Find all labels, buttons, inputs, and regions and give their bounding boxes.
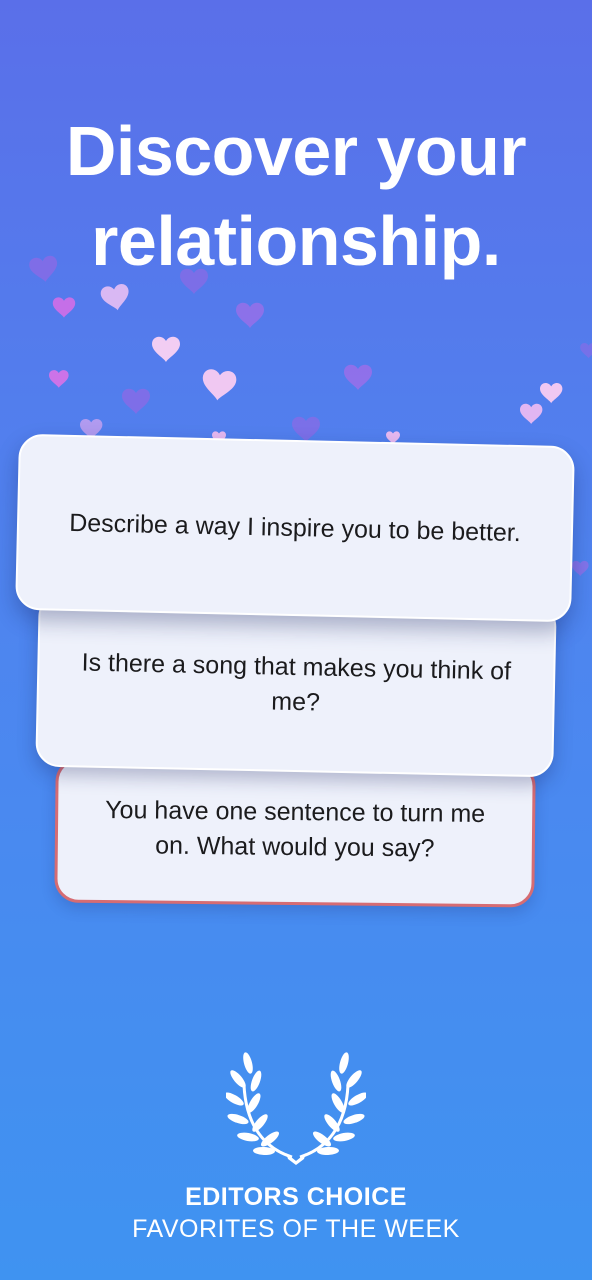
- question-card-text: Describe a way I inspire you to be bette…: [68, 508, 522, 547]
- question-card-text: You have one sentence to turn me on. Wha…: [105, 796, 486, 863]
- question-card-3[interactable]: You have one sentence to turn me on. Wha…: [54, 757, 536, 908]
- award-title: EDITORS CHOICE: [185, 1183, 407, 1211]
- question-card-1[interactable]: Describe a way I inspire you to be bette…: [15, 433, 575, 623]
- question-card-2[interactable]: Is there a song that makes you think of …: [35, 592, 557, 778]
- laurel-wreath-icon: [226, 1052, 366, 1165]
- headline: Discover your relationship.: [0, 106, 592, 286]
- question-card-text: Is there a song that makes you think of …: [81, 648, 512, 717]
- award-badge: [0, 1045, 592, 1165]
- headline-line-1: Discover your: [65, 112, 527, 190]
- app-store-screenshot: Discover your relationship. You have one…: [0, 0, 592, 1280]
- headline-line-2: relationship.: [91, 202, 501, 280]
- award-subtitle: FAVORITES OF THE WEEK: [132, 1215, 460, 1243]
